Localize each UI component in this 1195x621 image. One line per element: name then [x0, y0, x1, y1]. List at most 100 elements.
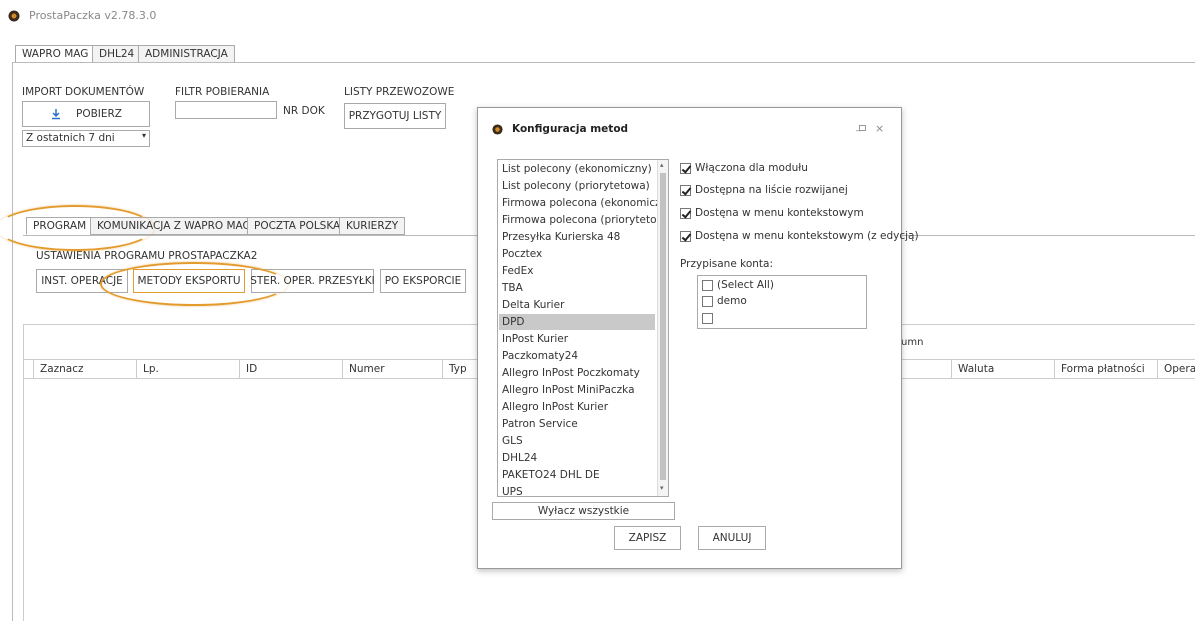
group-by-hint: umn: [901, 337, 924, 348]
option-context-menu-edit-checkbox[interactable]: [680, 231, 691, 242]
list-item[interactable]: List polecony (priorytetowa): [499, 178, 655, 194]
method-label: TBA: [502, 282, 523, 294]
scroll-up-icon[interactable]: ▴: [660, 161, 664, 169]
po-eksporcie-button[interactable]: PO EKSPORCIE: [380, 269, 466, 293]
close-icon[interactable]: ×: [875, 122, 884, 135]
list-item[interactable]: PAKETO24 DHL DE: [499, 467, 655, 483]
scroll-down-icon[interactable]: ▾: [660, 484, 664, 492]
account-demo-checkbox[interactable]: [702, 296, 713, 307]
column-forma-platnosci[interactable]: Forma płatności: [1054, 360, 1157, 379]
ster-oper-przesylki-button[interactable]: STER. OPER. PRZESYŁKI: [250, 269, 375, 293]
column-label: Forma płatności: [1061, 363, 1145, 375]
top-tab-wapro-mag[interactable]: WAPRO MAG: [15, 45, 96, 63]
sub-tab-komunikacja[interactable]: KOMUNIKACJA Z WAPRO MAG: [90, 217, 258, 235]
option-dropdown-checkbox[interactable]: [680, 185, 691, 196]
save-button[interactable]: ZAPISZ: [614, 526, 681, 550]
option-enabled-checkbox[interactable]: [680, 163, 691, 174]
method-label: Allegro InPost Kurier: [502, 401, 609, 413]
top-tab-dhl24[interactable]: DHL24: [92, 45, 142, 63]
column-label: ID: [246, 363, 258, 375]
methods-list[interactable]: List polecony (ekonomiczny) List polecon…: [497, 159, 669, 497]
tab-label: POCZTA POLSKA: [254, 220, 341, 232]
list-item[interactable]: Patron Service: [499, 416, 655, 432]
column-label: Numer: [349, 363, 385, 375]
account-label: (Select All): [717, 279, 774, 291]
download-icon: [51, 109, 60, 120]
button-label: STER. OPER. PRZESYŁKI: [250, 275, 375, 287]
account-select-all-checkbox[interactable]: [702, 280, 713, 291]
date-range-value: Z ostatnich 7 dni: [26, 132, 115, 144]
list-item[interactable]: Allegro InPost Kurier: [499, 399, 655, 415]
list-item[interactable]: Paczkomaty24: [499, 348, 655, 364]
button-label: METODY EKSPORTU: [137, 275, 241, 287]
metody-eksportu-button[interactable]: METODY EKSPORTU: [133, 269, 245, 293]
accounts-label: Przypisane konta:: [680, 258, 774, 270]
column-lp[interactable]: Lp.: [136, 360, 239, 379]
maximize-icon[interactable]: [859, 125, 866, 131]
column-zaznacz[interactable]: Zaznacz: [33, 360, 136, 379]
option-label: Dostęna w menu kontekstowym (z edycją): [695, 230, 919, 242]
list-item-selected[interactable]: DPD: [499, 314, 655, 330]
column-id[interactable]: ID: [239, 360, 342, 379]
list-item[interactable]: UPS: [499, 484, 655, 497]
prepare-waybills-label: PRZYGOTUJ LISTY: [348, 110, 442, 122]
cancel-button[interactable]: ANULUJ: [698, 526, 766, 550]
button-label: INST. OPERACJE: [41, 275, 123, 287]
sub-tab-poczta-polska[interactable]: POCZTA POLSKA: [247, 217, 348, 235]
inst-operacje-button[interactable]: INST. OPERACJE: [36, 269, 128, 293]
method-label: Firmowa polecona (ekonomiczna): [502, 197, 669, 209]
disable-all-button[interactable]: Wyłacz wszystkie: [492, 502, 675, 520]
column-waluta[interactable]: Waluta: [951, 360, 1054, 379]
top-tab-administracja[interactable]: ADMINISTRACJA: [138, 45, 235, 63]
list-item[interactable]: Pocztex: [499, 246, 655, 262]
method-label: UPS: [502, 486, 523, 497]
method-label: Allegro InPost MiniPaczka: [502, 384, 635, 396]
button-label: ANULUJ: [712, 532, 752, 544]
list-item[interactable]: DHL24: [499, 450, 655, 466]
tab-label: DHL24: [99, 48, 135, 60]
list-item[interactable]: Allegro InPost Poczkomaty: [499, 365, 655, 381]
method-label: Delta Kurier: [502, 299, 565, 311]
filter-label: FILTR POBIERANIA: [175, 86, 270, 98]
method-label: Paczkomaty24: [502, 350, 579, 362]
list-item[interactable]: GLS: [499, 433, 655, 449]
list-item[interactable]: TBA: [499, 280, 655, 296]
method-label: InPost Kurier: [502, 333, 569, 345]
method-label: Przesyłka Kurierska 48: [502, 231, 621, 243]
method-label: DPD: [502, 316, 525, 328]
method-label: List polecony (ekonomiczny): [502, 163, 652, 175]
scrollbar-thumb[interactable]: [660, 173, 666, 480]
list-scrollbar[interactable]: ▴ ▾: [657, 160, 668, 496]
filter-input[interactable]: [175, 101, 277, 119]
nr-dok-label: NR DOK: [283, 105, 325, 117]
list-item[interactable]: Delta Kurier: [499, 297, 655, 313]
column-numer[interactable]: Numer: [342, 360, 445, 379]
tab-label: KURIERZY: [346, 220, 399, 232]
list-item[interactable]: FedEx: [499, 263, 655, 279]
prepare-waybills-button[interactable]: PRZYGOTUJ LISTY: [344, 103, 446, 129]
download-button[interactable]: POBIERZ: [22, 101, 150, 127]
list-item[interactable]: InPost Kurier: [499, 331, 655, 347]
method-label: Patron Service: [502, 418, 578, 430]
download-button-label: POBIERZ: [75, 108, 123, 120]
import-label: IMPORT DOKUMENTÓW: [22, 86, 145, 98]
list-item[interactable]: Firmowa polecona (priorytetowa): [499, 212, 668, 228]
account-empty-checkbox[interactable]: [702, 313, 713, 324]
list-item[interactable]: Przesyłka Kurierska 48: [499, 229, 655, 245]
list-item[interactable]: List polecony (ekonomiczny): [499, 161, 655, 177]
title-bar: ProstaPaczka v2.78.3.0: [0, 0, 1195, 32]
column-operator[interactable]: Operat: [1157, 360, 1195, 379]
list-item[interactable]: Firmowa polecona (ekonomiczna): [499, 195, 668, 211]
settings-label: USTAWIENIA PROGRAMU PROSTAPACZKA2: [36, 250, 258, 262]
date-range-select[interactable]: Z ostatnich 7 dni ▾: [22, 130, 150, 147]
list-item[interactable]: Allegro InPost MiniPaczka: [499, 382, 655, 398]
app-logo-icon: [492, 124, 503, 135]
accounts-list[interactable]: (Select All) demo: [697, 275, 867, 329]
tab-label: ADMINISTRACJA: [145, 48, 228, 60]
method-label: Pocztex: [502, 248, 543, 260]
column-typ[interactable]: Typ: [442, 360, 482, 379]
option-context-menu-checkbox[interactable]: [680, 208, 691, 219]
sub-tab-kurierzy[interactable]: KURIERZY: [339, 217, 406, 235]
config-methods-dialog: Konfiguracja metod _ × List polecony (ek…: [477, 107, 919, 569]
sub-tab-program[interactable]: PROGRAM: [26, 217, 94, 235]
